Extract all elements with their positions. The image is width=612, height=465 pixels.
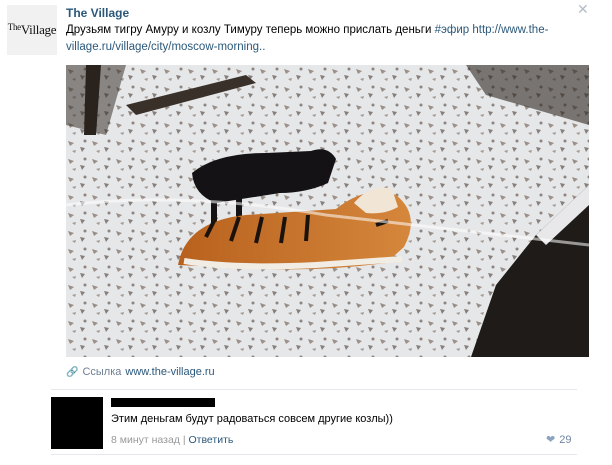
comment-time[interactable]: 8 минут назад bbox=[111, 434, 180, 446]
group-avatar[interactable]: TheVillage bbox=[7, 5, 57, 55]
divider bbox=[51, 389, 577, 390]
close-icon[interactable]: ✕ bbox=[577, 1, 589, 18]
meta-divider: | bbox=[182, 434, 186, 446]
post-photo[interactable] bbox=[66, 65, 589, 357]
post-text-main: Друзьям тигру Амуру и козлу Тимуру тепер… bbox=[66, 24, 435, 36]
village-logo: TheVillage bbox=[7, 22, 57, 37]
reply-button[interactable]: Ответить bbox=[189, 434, 234, 446]
bottom-divider bbox=[51, 454, 577, 455]
post-text: Друзьям тигру Амуру и козлу Тимуру тепер… bbox=[66, 22, 576, 56]
like-count: 29 bbox=[559, 433, 572, 446]
comment-text: Этим деньгам будут радоваться совсем дру… bbox=[111, 413, 393, 425]
link-row[interactable]: 🔗 Ссылка www.the-village.ru bbox=[66, 366, 215, 378]
link-label: Ссылка bbox=[82, 366, 122, 378]
commenter-avatar[interactable] bbox=[51, 397, 103, 449]
hashtag-link[interactable]: #эфир bbox=[435, 24, 470, 36]
heart-icon: ❤ bbox=[546, 434, 556, 446]
comment-meta: 8 минут назад | Ответить bbox=[111, 434, 233, 446]
commenter-name-redacted bbox=[111, 398, 215, 407]
link-icon: 🔗 bbox=[66, 366, 79, 378]
like-button[interactable]: ❤ 29 bbox=[546, 433, 572, 447]
author-name[interactable]: The Village bbox=[66, 6, 129, 20]
link-domain[interactable]: www.the-village.ru bbox=[125, 366, 214, 378]
